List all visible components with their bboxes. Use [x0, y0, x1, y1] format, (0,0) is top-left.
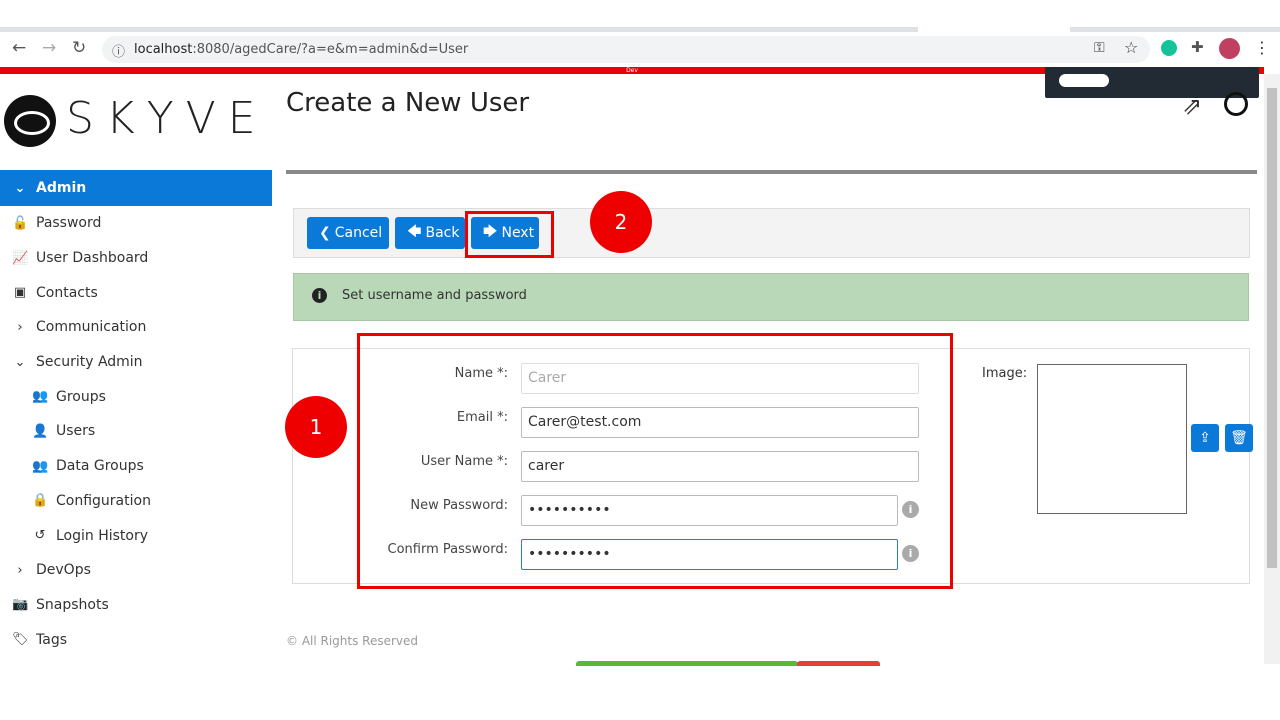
- sidebar-item-label: Password: [36, 215, 102, 232]
- sidebar-item-login-history[interactable]: ↺ Login History: [0, 518, 272, 553]
- image-label: Image:: [982, 366, 1028, 381]
- info-icon: i: [312, 288, 327, 303]
- sidebar-item-label: Data Groups: [56, 458, 144, 475]
- star-icon[interactable]: ☆: [1124, 38, 1138, 57]
- sidebar-item-label: Tags: [36, 631, 67, 648]
- sidebar-item-communication[interactable]: › Communication: [0, 310, 272, 345]
- sidebar-item-label: Login History: [56, 527, 149, 544]
- annotation-1: 1: [285, 396, 347, 458]
- lock-icon: 🔓: [12, 215, 29, 231]
- sidebar-item-password[interactable]: 🔓 Password: [0, 206, 272, 241]
- sidebar: ⌄ Admin 🔓 Password 📈 User Dashboard ▣ Contacts ›…: [0, 170, 272, 657]
- chevron-down-icon: ⌄: [14, 180, 26, 196]
- address-bar[interactable]: ⓘ localhost:8080/agedCare/?a=e&m=admin&d…: [102, 36, 1150, 63]
- annotation-box-form: [357, 333, 953, 589]
- sidebar-item-contacts[interactable]: ▣ Contacts: [0, 275, 272, 310]
- url-host: localhost: [134, 42, 193, 57]
- avatar[interactable]: [1219, 38, 1240, 59]
- upload-button[interactable]: ⇪: [1191, 424, 1219, 452]
- sidebar-item-label: Security Admin: [36, 354, 143, 371]
- sidebar-item-label: Groups: [56, 388, 106, 405]
- grammarly-icon[interactable]: [1161, 40, 1177, 56]
- delete-button[interactable]: 🗑: [1225, 424, 1253, 452]
- chevron-right-icon: ›: [17, 319, 23, 335]
- chevron-right-icon: ›: [17, 562, 23, 578]
- sidebar-item-label: Users: [56, 423, 96, 440]
- sidebar-item-tags[interactable]: 🏷 Tags: [0, 622, 272, 657]
- toolbar: ❮ Cancel 🡄 Back 🡆 Next: [293, 208, 1250, 258]
- info-icon[interactable]: ⓘ: [112, 41, 125, 60]
- sidebar-item-label: User Dashboard: [36, 250, 149, 267]
- annotation-box-next: [465, 211, 554, 258]
- sidebar-item-groups[interactable]: 👥 Groups: [0, 379, 272, 414]
- image-preview: [1037, 364, 1187, 514]
- scrollbar[interactable]: [1264, 74, 1280, 664]
- key-icon[interactable]: ⚿: [1094, 40, 1105, 56]
- url-path: :8080/agedCare/?a=e&m=admin&d=User: [192, 42, 469, 57]
- sidebar-item-label: Communication: [36, 319, 147, 336]
- sidebar-item-label: Configuration: [56, 492, 151, 509]
- lock-icon: 🔒: [32, 493, 49, 509]
- sidebar-item-configuration[interactable]: 🔒 Configuration: [0, 484, 272, 519]
- info-message: i Set username and password: [293, 273, 1249, 321]
- back-button[interactable]: 🡄 Back: [395, 217, 465, 249]
- tooltip: [1045, 67, 1259, 98]
- trash-icon: 🗑: [1230, 430, 1248, 446]
- chevron-down-icon: ⌄: [14, 354, 26, 370]
- tag-icon: 🏷: [12, 632, 29, 648]
- forward-nav-icon[interactable]: →: [42, 38, 56, 58]
- power-icon[interactable]: [1224, 92, 1248, 116]
- chart-area-icon: 📈: [12, 250, 29, 266]
- logo: SKYVE: [4, 93, 268, 147]
- users-icon: 👥: [32, 458, 49, 474]
- upload-icon: ⇪: [1199, 430, 1211, 446]
- sidebar-item-users[interactable]: 👤 Users: [0, 414, 272, 449]
- status-bar-red: [797, 661, 880, 666]
- cancel-button[interactable]: ❮ Cancel: [307, 217, 389, 249]
- reload-icon[interactable]: ↻: [72, 38, 86, 58]
- sidebar-item-security-admin[interactable]: ⌄ Security Admin: [0, 345, 272, 380]
- history-icon: ↺: [34, 528, 46, 544]
- arrow-left-icon: 🡄: [407, 224, 422, 240]
- sidebar-item-devops[interactable]: › DevOps: [0, 553, 272, 588]
- status-bar-green: [576, 661, 798, 666]
- users-icon: 👥: [32, 389, 49, 405]
- chevron-left-icon: ❮: [319, 225, 331, 241]
- menu-icon[interactable]: ⋮: [1254, 38, 1270, 57]
- annotation-2: 2: [590, 191, 652, 253]
- camera-icon: 📷: [12, 597, 29, 613]
- sidebar-item-user-dashboard[interactable]: 📈 User Dashboard: [0, 241, 272, 276]
- sidebar-item-label: Admin: [36, 180, 87, 196]
- user-icon: 👤: [32, 423, 49, 439]
- browser-tab[interactable]: [0, 27, 918, 32]
- footer: © All Rights Reserved: [286, 634, 419, 648]
- sidebar-item-label: DevOps: [36, 562, 91, 579]
- share-icon[interactable]: ⇗: [1182, 92, 1202, 120]
- back-nav-icon[interactable]: ←: [12, 38, 26, 58]
- sidebar-item-label: Contacts: [36, 284, 98, 301]
- sidebar-item-admin[interactable]: ⌄ Admin: [0, 170, 272, 206]
- sidebar-item-label: Snapshots: [36, 596, 109, 613]
- browser-tab[interactable]: [1070, 27, 1280, 32]
- address-book-icon: ▣: [13, 285, 27, 301]
- extensions-icon[interactable]: ✚: [1191, 38, 1204, 56]
- page-title: Create a New User: [286, 88, 530, 118]
- sidebar-item-snapshots[interactable]: 📷 Snapshots: [0, 588, 272, 623]
- divider: [286, 170, 1257, 174]
- sidebar-item-data-groups[interactable]: 👥 Data Groups: [0, 449, 272, 484]
